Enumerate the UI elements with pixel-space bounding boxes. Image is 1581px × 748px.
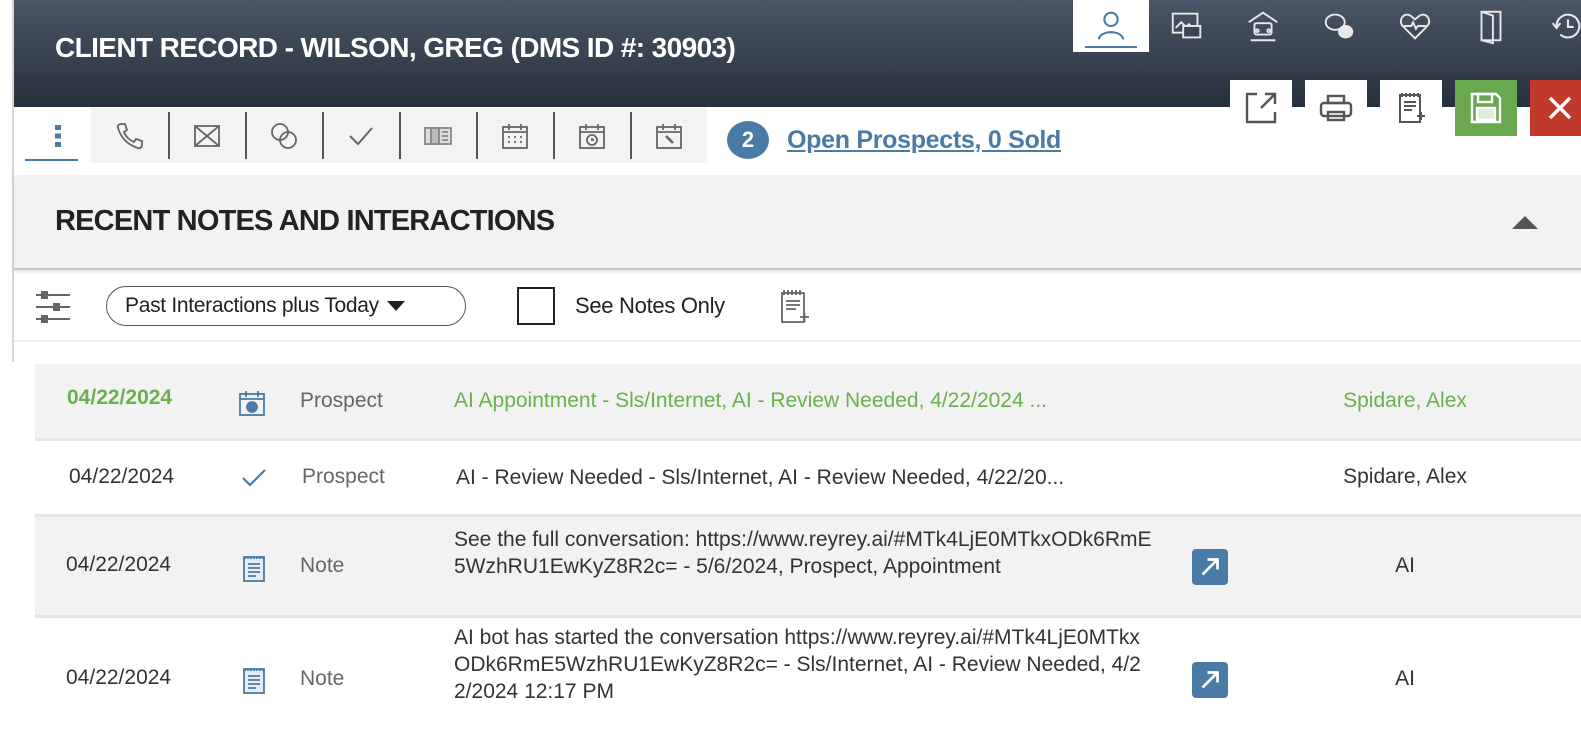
note-icon	[239, 665, 269, 695]
history-icon[interactable]	[1529, 0, 1581, 52]
tab-service[interactable]	[630, 108, 707, 163]
close-icon	[1548, 96, 1572, 120]
tab-fax[interactable]	[399, 108, 476, 163]
record-actions	[1230, 80, 1581, 136]
more-vertical-icon	[55, 124, 61, 147]
open-conversation-link-button[interactable]	[1192, 549, 1228, 585]
close-button[interactable]	[1530, 80, 1581, 136]
collapse-caret-icon[interactable]	[1512, 216, 1538, 229]
external-link-arrow-icon	[1201, 558, 1219, 576]
phone-icon	[116, 122, 143, 149]
tab-chat[interactable]	[245, 108, 322, 163]
add-note-button[interactable]	[1380, 80, 1442, 136]
open-prospects: 2 Open Prospects, 0 Sold	[727, 121, 1061, 159]
tab-email[interactable]	[168, 108, 245, 163]
row-date: 04/22/2024	[66, 666, 172, 689]
interactions-list: 04/22/2024 Prospect AI Appointment - Sls…	[35, 364, 1581, 748]
calendar-tool-icon	[655, 123, 682, 149]
open-external-button[interactable]	[1230, 80, 1292, 136]
external-link-arrow-icon	[1201, 671, 1219, 689]
row-user: Spidare, Alex	[1343, 465, 1467, 488]
client-record-window: CLIENT RECORD - WILSON, GREG (DMS ID #: …	[0, 0, 1581, 748]
row-type: Prospect	[302, 465, 385, 488]
row-user: AI	[1395, 667, 1415, 690]
page-title: CLIENT RECORD - WILSON, GREG (DMS ID #: …	[55, 32, 736, 63]
top-nav	[1073, 0, 1581, 52]
print-icon	[1319, 94, 1353, 122]
tab-appointments[interactable]	[553, 108, 630, 163]
open-external-icon	[1245, 92, 1277, 124]
note-icon	[239, 553, 269, 583]
person-icon[interactable]	[1073, 0, 1149, 52]
row-date: 04/22/2024	[67, 386, 173, 409]
fax-icon	[423, 126, 452, 145]
save-button[interactable]	[1455, 80, 1517, 136]
check-icon	[348, 126, 373, 145]
prospect-count-badge: 2	[727, 121, 769, 159]
filter-sliders-icon[interactable]	[34, 289, 72, 325]
row-date: 04/22/2024	[69, 465, 175, 488]
add-note-icon	[1399, 93, 1425, 123]
row-type: Prospect	[300, 389, 383, 412]
add-note-icon[interactable]	[778, 288, 812, 326]
notes-toolbar: Past Interactions plus Today See Notes O…	[14, 272, 1581, 342]
filter-selected-value: Past Interactions plus Today	[125, 294, 379, 317]
image-gallery-icon[interactable]	[1149, 0, 1225, 52]
row-description[interactable]: See the full conversation: https://www.r…	[454, 526, 1154, 580]
tab-more[interactable]	[25, 108, 91, 163]
row-type: Note	[300, 554, 345, 577]
row-description[interactable]: AI - Review Needed - Sls/Internet, AI - …	[456, 464, 1156, 491]
calendar-clock-icon	[578, 123, 605, 149]
section-title: RECENT NOTES AND INTERACTIONS	[55, 205, 555, 237]
row-description[interactable]: AI bot has started the conversation http…	[454, 624, 1154, 705]
row-type: Note	[300, 667, 345, 690]
calendar-appointment-icon	[237, 388, 267, 418]
print-button[interactable]	[1305, 80, 1367, 136]
email-icon	[193, 124, 220, 147]
save-icon	[1470, 92, 1502, 124]
tab-tasks[interactable]	[322, 108, 399, 163]
door-icon[interactable]	[1453, 0, 1529, 52]
tab-calendar[interactable]	[476, 108, 553, 163]
table-row[interactable]: 04/22/2024 Prospect AI Appointment - Sls…	[35, 364, 1581, 441]
calendar-icon	[501, 123, 528, 149]
open-prospects-link[interactable]: Open Prospects, 0 Sold	[787, 126, 1061, 155]
row-date: 04/22/2024	[66, 553, 172, 576]
interaction-tabs	[25, 108, 707, 163]
chat-icon	[270, 122, 297, 149]
row-user: Spidare, Alex	[1343, 389, 1467, 412]
table-row[interactable]: 04/22/2024 Note AI bot has started the c…	[35, 618, 1581, 748]
row-user: AI	[1395, 554, 1415, 577]
recent-notes-section-header[interactable]: RECENT NOTES AND INTERACTIONS	[14, 175, 1581, 270]
check-icon	[239, 463, 269, 493]
chat-bubbles-icon[interactable]	[1301, 0, 1377, 52]
open-conversation-link-button[interactable]	[1192, 662, 1228, 698]
row-description[interactable]: AI Appointment - Sls/Internet, AI - Revi…	[454, 387, 1154, 414]
table-row[interactable]: 04/22/2024 Note See the full conversatio…	[35, 517, 1581, 618]
vehicle-garage-icon[interactable]	[1225, 0, 1301, 52]
dropdown-caret-icon	[386, 301, 405, 311]
heart-pulse-icon[interactable]	[1377, 0, 1453, 52]
interaction-filter-dropdown[interactable]: Past Interactions plus Today	[106, 286, 466, 326]
tab-phone[interactable]	[91, 108, 168, 163]
table-row[interactable]: 04/22/2024 Prospect AI - Review Needed -…	[35, 441, 1581, 517]
see-notes-only-label[interactable]: See Notes Only	[575, 293, 725, 319]
see-notes-only-checkbox[interactable]	[517, 287, 555, 325]
